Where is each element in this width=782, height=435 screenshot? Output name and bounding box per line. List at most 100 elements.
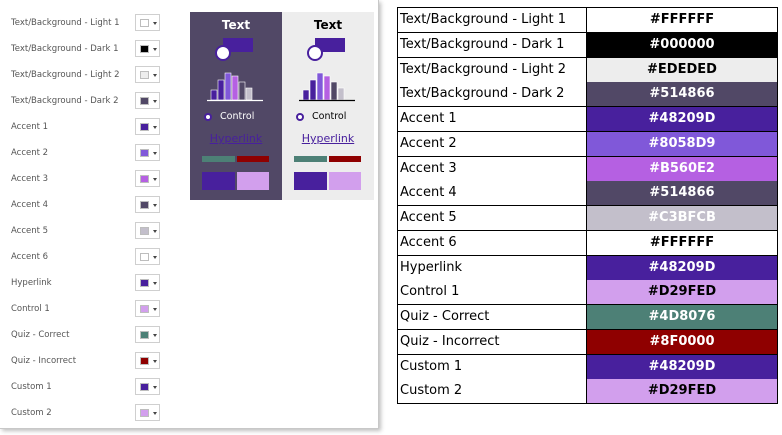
color-hex-cell: #D29FED <box>587 280 777 305</box>
table-row: Quiz - Correct #4D8076 <box>398 305 777 329</box>
color-hex-cell: #514866 <box>587 82 777 107</box>
color-swatch <box>140 201 149 209</box>
color-name-cell: Text/Background - Dark 2 <box>398 82 586 107</box>
toggle-knob <box>307 45 323 61</box>
color-hex-cell: #D29FED <box>587 379 777 404</box>
color-picker-dropdown[interactable] <box>135 66 160 83</box>
chevron-down-icon <box>153 230 157 233</box>
color-setting-row: Quiz - Incorrect <box>0 352 170 372</box>
color-hex-cell: #EDEDED <box>587 57 777 82</box>
chart-bar <box>316 72 324 101</box>
chart-bar <box>224 72 232 101</box>
hyperlink-sample[interactable]: Hyperlink <box>282 132 374 145</box>
color-setting-row: Text/Background - Dark 2 <box>0 92 170 112</box>
table-row: Control 1 #D29FED <box>398 280 777 305</box>
color-hex-cell: #FFFFFF <box>587 230 777 255</box>
color-picker-dropdown[interactable] <box>135 404 160 421</box>
color-name-cell: Accent 6 <box>398 230 586 255</box>
color-picker-dropdown[interactable] <box>135 14 160 31</box>
table-row: Text/Background - Light 2 #EDEDED <box>398 57 777 82</box>
color-setting-row: Accent 6 <box>0 248 170 268</box>
color-name-cell: Control 1 <box>398 280 586 305</box>
color-picker-dropdown[interactable] <box>135 92 160 109</box>
color-picker-dropdown[interactable] <box>135 144 160 161</box>
hyperlink-sample[interactable]: Hyperlink <box>190 132 282 145</box>
color-setting-row: Quiz - Correct <box>0 326 170 346</box>
control-label: Control <box>220 111 255 122</box>
color-setting-label: Accent 6 <box>11 252 49 262</box>
chart-bar <box>245 87 253 101</box>
color-hex-cell: #C3BFCB <box>587 206 777 230</box>
chevron-down-icon <box>153 74 157 77</box>
color-picker-dropdown[interactable] <box>135 196 160 213</box>
color-swatch <box>140 331 149 339</box>
color-picker-dropdown[interactable] <box>135 40 160 57</box>
table-row: Custom 2 #D29FED <box>398 379 777 404</box>
color-hex-cell: #4D8076 <box>587 305 777 329</box>
color-setting-row: Control 1 <box>0 300 170 320</box>
quiz-incorrect-bar <box>329 156 361 162</box>
table-row: Custom 1 #48209D <box>398 354 777 379</box>
theme-colors-panel: Text/Background - Light 1 Text/Background… <box>0 0 379 429</box>
color-setting-row: Custom 1 <box>0 378 170 398</box>
chart-bar <box>330 81 338 101</box>
control-label: Control <box>312 111 347 122</box>
chevron-down-icon <box>153 412 157 415</box>
table-row: Text/Background - Dark 1 #000000 <box>398 32 777 57</box>
color-swatch <box>140 19 149 27</box>
color-hex-cell: #8F0000 <box>587 329 777 354</box>
color-picker-dropdown[interactable] <box>135 300 160 317</box>
color-table: Text/Background - Light 1 #FFFFFF Text/Bac… <box>397 7 778 404</box>
color-setting-label: Accent 1 <box>11 122 49 132</box>
color-picker-dropdown[interactable] <box>135 248 160 265</box>
color-setting-row: Accent 5 <box>0 222 170 242</box>
table-row: Accent 2 #8058D9 <box>398 131 777 156</box>
color-picker-dropdown[interactable] <box>135 274 160 291</box>
color-swatch <box>140 175 149 183</box>
chart-bar <box>302 89 310 101</box>
color-picker-dropdown[interactable] <box>135 118 160 135</box>
color-setting-label: Text/Background - Light 1 <box>11 18 120 28</box>
chevron-down-icon <box>153 386 157 389</box>
chart-bar <box>231 75 239 101</box>
color-setting-row: Text/Background - Dark 1 <box>0 40 170 60</box>
color-name-cell: Quiz - Incorrect <box>398 329 586 354</box>
chevron-down-icon <box>153 126 157 129</box>
color-setting-label: Hyperlink <box>11 278 52 288</box>
chevron-down-icon <box>153 178 157 181</box>
color-swatch <box>140 45 149 53</box>
toggle-knob <box>215 45 231 61</box>
color-setting-label: Accent 5 <box>11 226 49 236</box>
color-picker-dropdown[interactable] <box>135 222 160 239</box>
color-setting-label: Control 1 <box>11 304 50 314</box>
color-picker-dropdown[interactable] <box>135 170 160 187</box>
color-picker-dropdown[interactable] <box>135 326 160 343</box>
color-name-cell: Quiz - Correct <box>398 305 586 329</box>
chevron-down-icon <box>153 204 157 207</box>
color-name-cell: Text/Background - Dark 1 <box>398 32 586 57</box>
chevron-down-icon <box>153 100 157 103</box>
color-swatch <box>140 71 149 79</box>
color-setting-label: Accent 2 <box>11 148 49 158</box>
color-setting-row: Text/Background - Light 1 <box>0 14 170 34</box>
color-hex-cell: #514866 <box>587 181 777 206</box>
chart-bar <box>210 89 218 101</box>
radio-icon <box>296 113 304 121</box>
color-hex-cell: #FFFFFF <box>587 8 777 32</box>
color-setting-label: Text/Background - Dark 1 <box>11 44 119 54</box>
bar-chart-icon <box>299 72 355 102</box>
table-row: Accent 3 #B560E2 <box>398 156 777 181</box>
color-name-cell: Custom 1 <box>398 354 586 379</box>
color-setting-label: Text/Background - Light 2 <box>11 70 120 80</box>
color-name-cell: Accent 4 <box>398 181 586 206</box>
table-row: Text/Background - Light 1 #FFFFFF <box>398 8 777 32</box>
color-name-cell: Hyperlink <box>398 255 586 280</box>
color-swatch <box>140 123 149 131</box>
color-swatch <box>140 409 149 417</box>
chevron-down-icon <box>153 22 157 25</box>
color-picker-dropdown[interactable] <box>135 352 160 369</box>
table-row: Hyperlink #48209D <box>398 255 777 280</box>
color-picker-dropdown[interactable] <box>135 378 160 395</box>
table-row: Accent 1 #48209D <box>398 107 777 131</box>
color-name-cell: Custom 2 <box>398 379 586 404</box>
